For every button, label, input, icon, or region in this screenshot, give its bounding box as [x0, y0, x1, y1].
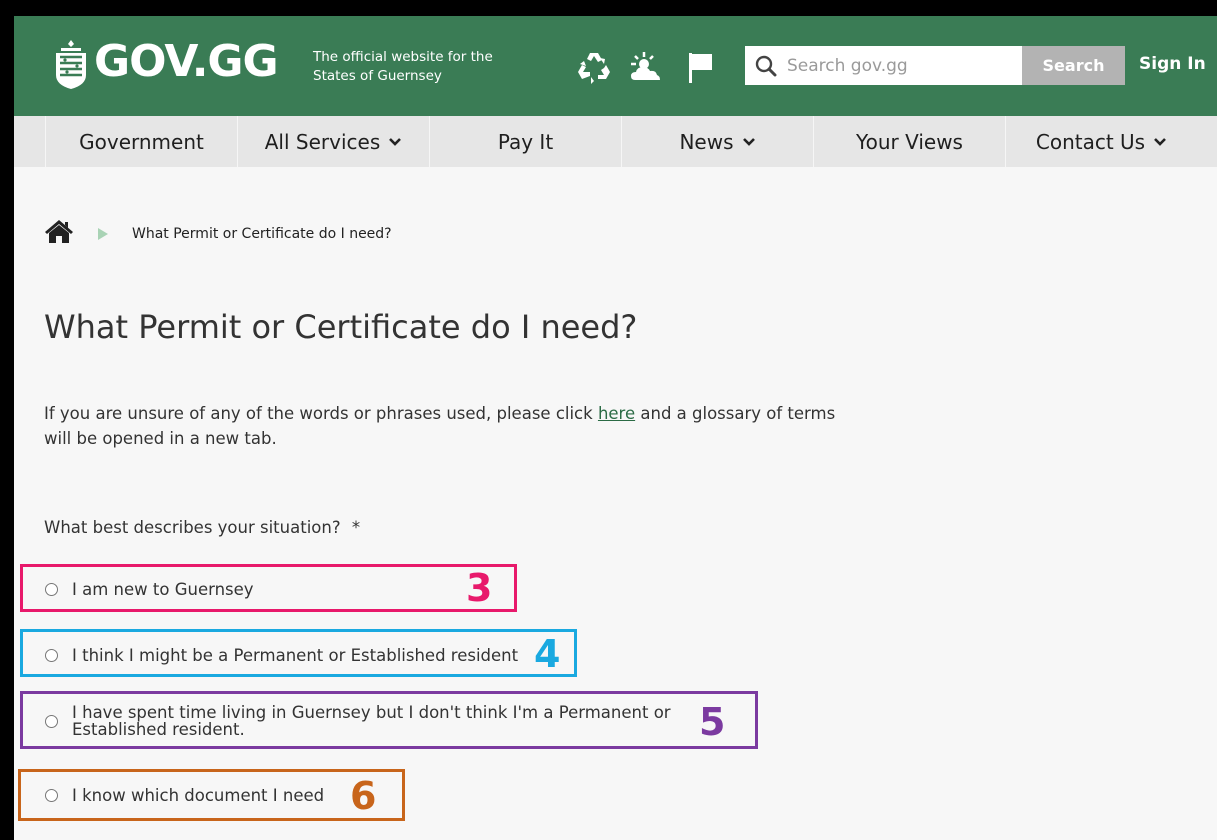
nav-item-label: Government	[79, 129, 204, 154]
nav-item-your-views[interactable]: Your Views	[813, 116, 1005, 167]
page-frame: GOV.GG The official website for the Stat…	[14, 16, 1217, 840]
annotation-box	[20, 564, 517, 612]
annotation-number: 4	[534, 632, 561, 676]
weather-icon[interactable]	[627, 48, 665, 86]
search-field[interactable]	[745, 46, 1022, 85]
chevron-down-icon	[1154, 137, 1167, 146]
page-title: What Permit or Certificate do I need?	[44, 308, 638, 346]
breadcrumb-separator-icon	[98, 228, 108, 240]
annotation-box	[20, 629, 577, 677]
nav-item-label: Your Views	[856, 129, 963, 154]
question-label: What best describes your situation? *	[44, 518, 360, 537]
recycling-icon[interactable]	[575, 48, 613, 86]
sign-in-link[interactable]: Sign In	[1139, 54, 1206, 74]
annotation-number: 5	[699, 700, 726, 744]
site-header: GOV.GG The official website for the Stat…	[14, 16, 1217, 116]
flag-icon[interactable]	[680, 48, 718, 86]
question-text: What best describes your situation?	[44, 518, 341, 537]
breadcrumb-current: What Permit or Certificate do I need?	[132, 226, 392, 242]
glossary-link[interactable]: here	[598, 404, 635, 423]
intro-text: If you are unsure of any of the words or…	[44, 401, 844, 451]
nav-item-government[interactable]: Government	[45, 116, 237, 167]
nav-item-label: All Services	[264, 129, 381, 154]
nav-item-all-services[interactable]: All Services	[237, 116, 429, 167]
site-logo[interactable]: GOV.GG	[94, 36, 279, 87]
home-icon[interactable]	[44, 218, 74, 244]
chevron-down-icon	[389, 137, 402, 146]
tagline-line-2: States of Guernsey	[313, 68, 442, 84]
search-icon	[755, 55, 777, 76]
search-button[interactable]: Search	[1022, 46, 1125, 85]
search-input[interactable]	[787, 55, 1007, 76]
tagline-line-1: The official website for the	[313, 49, 493, 65]
nav-item-contact-us[interactable]: Contact Us	[1005, 116, 1197, 167]
nav-item-label: News	[679, 129, 734, 154]
annotation-box	[20, 691, 758, 749]
required-mark: *	[351, 518, 361, 537]
annotation-box	[18, 769, 405, 821]
nav-item-pay-it[interactable]: Pay It	[429, 116, 621, 167]
annotation-number: 3	[466, 566, 493, 610]
nav-item-news[interactable]: News	[621, 116, 813, 167]
nav-item-label: Pay It	[497, 129, 554, 154]
site-tagline: The official website for the States of G…	[313, 48, 503, 86]
nav-item-label: Contact Us	[1035, 129, 1146, 154]
guernsey-crest-logo[interactable]	[52, 38, 90, 90]
main-nav: Government All Services Pay It News Your…	[14, 116, 1217, 167]
chevron-down-icon	[742, 137, 755, 146]
annotation-number: 6	[350, 774, 377, 818]
intro-text-before: If you are unsure of any of the words or…	[44, 404, 598, 423]
